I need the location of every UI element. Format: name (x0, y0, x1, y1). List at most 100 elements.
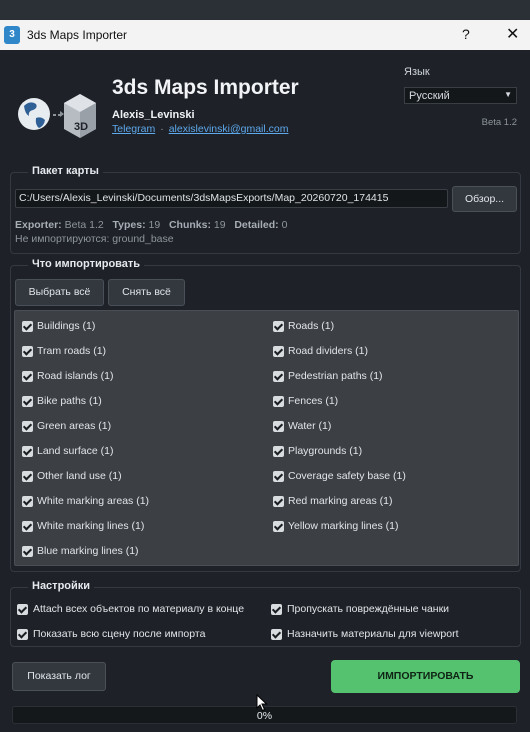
checkbox-checked-icon (273, 346, 284, 357)
checkbox-checked-icon (22, 521, 33, 532)
settings-section-title: Настройки (28, 580, 95, 592)
window-title: 3ds Maps Importer (27, 28, 128, 42)
help-button[interactable]: ? (462, 26, 470, 42)
version-label: Beta 1.2 (481, 117, 517, 128)
import-item-checkbox[interactable]: Tram roads (1) (22, 345, 252, 361)
import-item-checkbox[interactable]: Bike paths (1) (22, 395, 252, 411)
detailed-value: 0 (281, 219, 288, 231)
checkbox-checked-icon (273, 496, 284, 507)
deselect-all-button[interactable]: Снять всё (108, 279, 185, 306)
import-item-label: Bike paths (1) (37, 395, 102, 407)
browse-button[interactable]: Обзор... (452, 186, 517, 212)
checkbox-checked-icon (22, 421, 33, 432)
exporter-value: Beta 1.2 (64, 219, 104, 231)
checkbox-checked-icon (273, 371, 284, 382)
email-link[interactable]: alexislevinski@gmail.com (169, 123, 289, 135)
checkbox-checked-icon (271, 629, 282, 640)
import-item-checkbox[interactable]: Playgrounds (1) (273, 445, 503, 461)
setting-label: Пропускать повреждённые чанки (287, 603, 450, 615)
checkbox-checked-icon (17, 604, 28, 615)
package-section-title: Пакет карты (28, 165, 103, 177)
import-item-checkbox[interactable]: Buildings (1) (22, 320, 252, 336)
import-item-checkbox[interactable]: Water (1) (273, 420, 503, 436)
import-item-checkbox[interactable]: Land surface (1) (22, 445, 252, 461)
setting-checkbox[interactable]: Пропускать повреждённые чанки (271, 603, 516, 619)
author-name: Alexis_Levinski (112, 109, 195, 121)
types-value: 19 (148, 219, 161, 231)
import-items-list: Buildings (1) Roads (1) Tram roads (1) Road… (14, 310, 519, 566)
import-item-label: Roads (1) (288, 320, 335, 332)
checkbox-checked-icon (22, 496, 33, 507)
import-item-label: White marking areas (1) (37, 495, 150, 507)
show-log-button[interactable]: Показать лог (12, 662, 106, 691)
import-item-checkbox[interactable]: Red marking areas (1) (273, 495, 503, 511)
select-all-button[interactable]: Выбрать всё (15, 279, 104, 306)
logo-badge: 3D (74, 121, 88, 133)
language-value: Русский (409, 90, 450, 102)
import-item-label: Coverage safety base (1) (288, 470, 406, 482)
package-info: Exporter: Beta 1.2 Types: 19 Chunks: 19 … (15, 219, 287, 231)
app-icon: 3 (4, 26, 20, 44)
import-item-checkbox[interactable]: White marking lines (1) (22, 520, 252, 536)
import-item-checkbox[interactable]: Roads (1) (273, 320, 503, 336)
checkbox-checked-icon (273, 446, 284, 457)
setting-checkbox[interactable]: Назначить материалы для viewport (271, 628, 516, 644)
language-select[interactable]: Русский ▼ (404, 87, 517, 104)
import-item-checkbox[interactable]: Road islands (1) (22, 370, 252, 386)
import-item-checkbox[interactable]: Green areas (1) (22, 420, 252, 436)
import-item-label: Tram roads (1) (37, 345, 107, 357)
import-item-label: White marking lines (1) (37, 520, 145, 532)
checkbox-checked-icon (22, 396, 33, 407)
checkbox-checked-icon (22, 471, 33, 482)
import-section-title: Что импортировать (28, 258, 145, 270)
import-item-label: Yellow marking lines (1) (288, 520, 399, 532)
import-item-label: Water (1) (288, 420, 332, 432)
import-item-label: Other land use (1) (37, 470, 122, 482)
not-imported-info: Не импортируются: ground_base (15, 233, 174, 245)
checkbox-checked-icon (273, 396, 284, 407)
checkbox-checked-icon (273, 471, 284, 482)
import-item-label: Fences (1) (288, 395, 339, 407)
import-item-checkbox[interactable]: Blue marking lines (1) (22, 545, 252, 561)
checkbox-checked-icon (273, 321, 284, 332)
import-item-label: Road dividers (1) (288, 345, 368, 357)
author-links: Telegram · alexislevinski@gmail.com (112, 123, 288, 135)
import-item-label: Playgrounds (1) (288, 445, 363, 457)
setting-checkbox[interactable]: Attach всех объектов по материалу в конц… (17, 603, 262, 619)
import-item-checkbox[interactable]: Road dividers (1) (273, 345, 503, 361)
import-item-checkbox[interactable]: Yellow marking lines (1) (273, 520, 503, 536)
import-button[interactable]: ИМПОРТИРОВАТЬ (331, 660, 520, 693)
checkbox-checked-icon (273, 521, 284, 532)
window-titlebar: 3 3ds Maps Importer ? ✕ (0, 20, 530, 50)
close-button[interactable]: ✕ (506, 24, 519, 44)
exporter-key: Exporter: (15, 219, 62, 231)
import-item-label: Road islands (1) (37, 370, 114, 382)
checkbox-checked-icon (22, 371, 33, 382)
app-title: 3ds Maps Importer (112, 76, 299, 99)
import-item-label: Blue marking lines (1) (37, 545, 139, 557)
checkbox-checked-icon (17, 629, 28, 640)
import-item-checkbox[interactable]: Coverage safety base (1) (273, 470, 503, 486)
import-item-checkbox[interactable]: White marking areas (1) (22, 495, 252, 511)
link-separator: · (160, 123, 164, 135)
import-item-checkbox[interactable]: Pedestrian paths (1) (273, 370, 503, 386)
checkbox-checked-icon (271, 604, 282, 615)
chunks-key: Chunks: (168, 219, 211, 231)
import-item-checkbox[interactable]: Other land use (1) (22, 470, 252, 486)
telegram-link[interactable]: Telegram (112, 123, 155, 135)
checkbox-checked-icon (273, 421, 284, 432)
package-path-input[interactable]: C:/Users/Alexis_Levinski/Documents/3dsMa… (15, 189, 448, 208)
import-item-label: Pedestrian paths (1) (288, 370, 383, 382)
checkbox-checked-icon (22, 546, 33, 557)
logo-icon: 3D (18, 94, 96, 138)
language-label: Язык (404, 66, 430, 78)
import-item-checkbox[interactable]: Fences (1) (273, 395, 503, 411)
import-item-label: Land surface (1) (37, 445, 114, 457)
mouse-cursor-icon (256, 694, 268, 712)
desktop-top-strip (0, 0, 530, 20)
types-key: Types: (112, 219, 146, 231)
setting-label: Показать всю сцену после импорта (33, 628, 206, 640)
setting-checkbox[interactable]: Показать всю сцену после импорта (17, 628, 262, 644)
import-item-label: Red marking areas (1) (288, 495, 393, 507)
import-item-label: Buildings (1) (37, 320, 96, 332)
